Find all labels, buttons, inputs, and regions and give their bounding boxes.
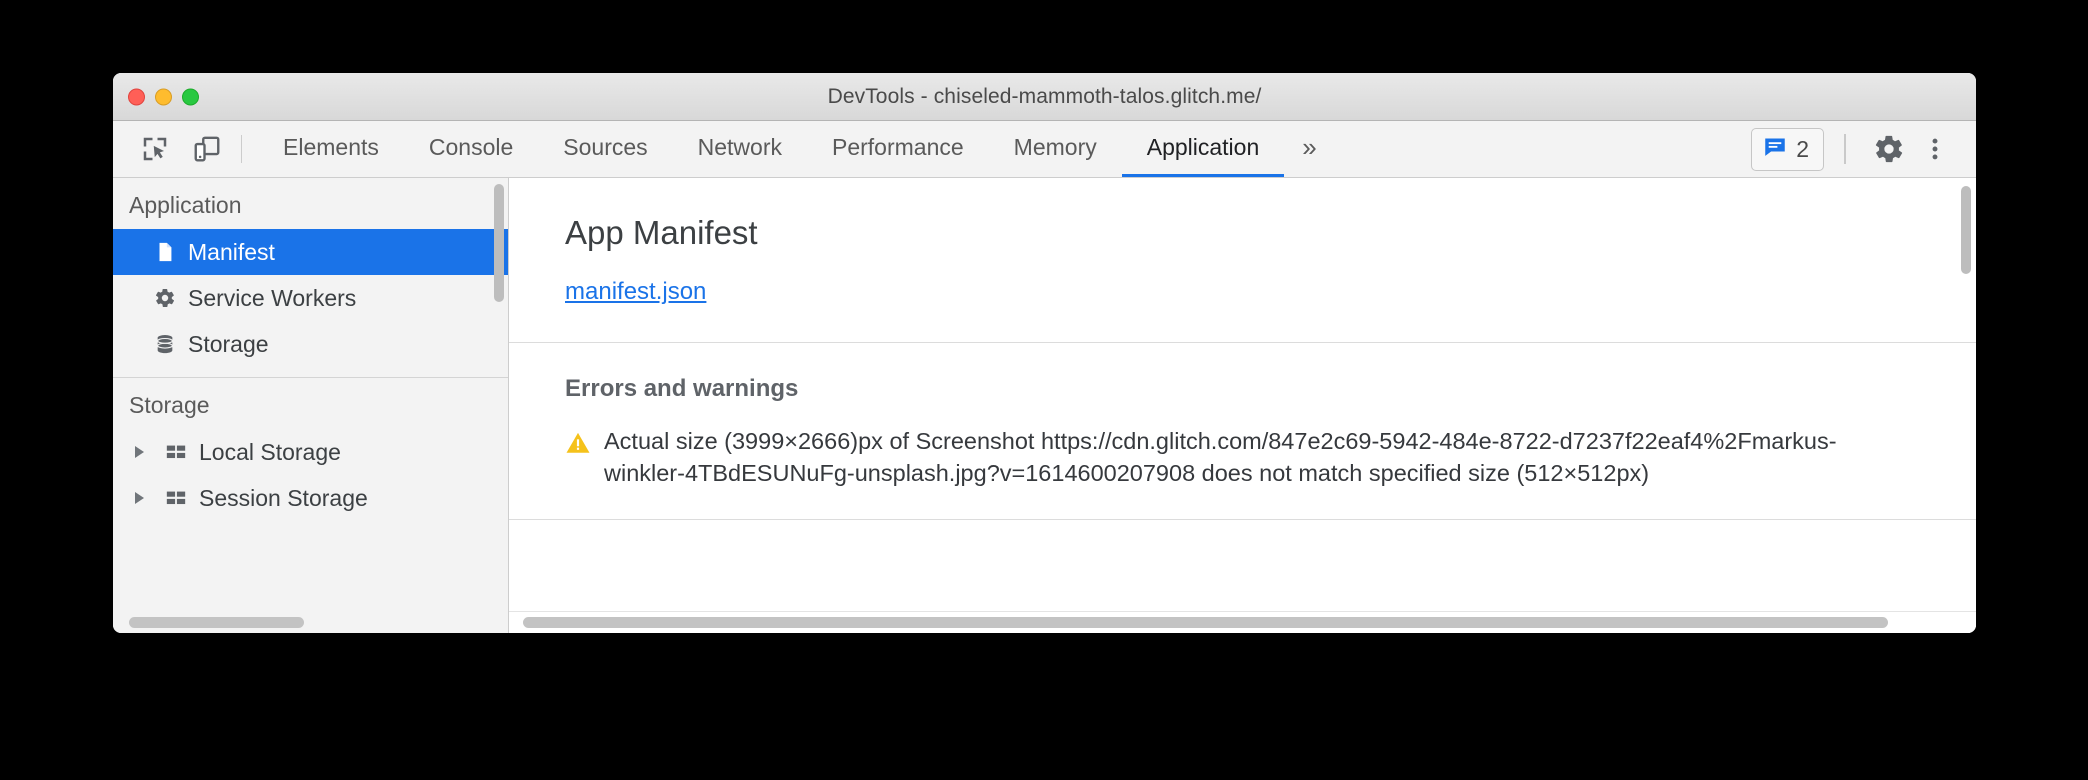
tab-network[interactable]: Network <box>673 121 807 177</box>
errors-section-title: Errors and warnings <box>565 375 799 402</box>
warning-triangle-icon <box>565 430 591 489</box>
sidebar-item-label: Service Workers <box>188 284 357 311</box>
minimize-window-button[interactable] <box>155 88 172 105</box>
devtools-toolbar: Elements Console Sources Network Perform… <box>113 121 1976 178</box>
devtools-window: DevTools - chiseled-mammoth-talos.glitch… <box>113 73 1976 633</box>
more-tabs-button[interactable]: » <box>1284 121 1334 177</box>
manifest-panel: App Manifest manifest.json Errors and wa… <box>509 178 1976 633</box>
sidebar-item-label: Storage <box>188 330 269 357</box>
tab-elements[interactable]: Elements <box>258 121 404 177</box>
manifest-header-block: App Manifest manifest.json <box>509 178 1976 342</box>
panel-vertical-scrollbar[interactable] <box>1961 186 1971 274</box>
window-titlebar: DevTools - chiseled-mammoth-talos.glitch… <box>113 73 1976 121</box>
sidebar-item-session-storage[interactable]: Session Storage <box>113 475 508 521</box>
sidebar-item-manifest[interactable]: Manifest <box>113 229 508 275</box>
section-divider-bottom <box>509 519 1976 521</box>
tab-performance[interactable]: Performance <box>807 121 989 177</box>
toolbar-divider-right <box>1844 134 1846 164</box>
errors-and-warnings-section: Errors and warnings Actual size (3999×26… <box>509 343 1976 519</box>
message-bubble-icon <box>1762 134 1788 165</box>
sidebar-item-label: Local Storage <box>199 438 341 465</box>
zoom-window-button[interactable] <box>182 88 199 105</box>
tab-console[interactable]: Console <box>404 121 538 177</box>
toolbar-divider <box>241 135 242 163</box>
sidebar-item-label: Manifest <box>188 238 275 265</box>
panel-horizontal-scrollbar-track <box>509 611 1976 633</box>
manifest-json-link[interactable]: manifest.json <box>565 278 706 306</box>
warning-row: Actual size (3999×2666)px of Screenshot … <box>565 425 1928 489</box>
sidebar-item-storage[interactable]: Storage <box>113 321 508 367</box>
toolbar-right-actions: 2 <box>1751 121 1976 177</box>
sidebar-section-storage-title: Storage <box>129 392 210 418</box>
gear-icon[interactable] <box>1866 126 1912 172</box>
sidebar-vertical-scrollbar[interactable] <box>494 184 504 302</box>
sidebar-section-application-title: Application <box>129 192 242 218</box>
kebab-menu-icon[interactable] <box>1912 126 1958 172</box>
message-count: 2 <box>1796 135 1809 162</box>
tab-sources[interactable]: Sources <box>538 121 672 177</box>
chevron-right-icon[interactable] <box>135 492 144 504</box>
gear-icon <box>153 286 177 310</box>
warning-message: Actual size (3999×2666)px of Screenshot … <box>604 428 1837 487</box>
sidebar-item-service-workers[interactable]: Service Workers <box>113 275 508 321</box>
console-message-badge[interactable]: 2 <box>1751 127 1824 171</box>
sidebar-item-label: Session Storage <box>199 484 368 511</box>
panel-horizontal-scrollbar[interactable] <box>523 617 1888 628</box>
table-icon <box>164 440 188 464</box>
window-title: DevTools - chiseled-mammoth-talos.glitch… <box>827 84 1262 108</box>
sidebar-horizontal-scrollbar[interactable] <box>129 617 304 628</box>
device-toolbar-icon[interactable] <box>181 121 233 177</box>
tab-memory[interactable]: Memory <box>989 121 1122 177</box>
table-icon <box>164 486 188 510</box>
database-icon <box>153 332 177 356</box>
tab-application[interactable]: Application <box>1121 121 1285 177</box>
devtools-body: Application Manifest Service Workers Sto… <box>113 178 1976 633</box>
application-sidebar: Application Manifest Service Workers Sto… <box>113 178 509 633</box>
close-window-button[interactable] <box>128 88 145 105</box>
window-traffic-lights <box>128 88 199 105</box>
inspect-element-icon[interactable] <box>129 121 181 177</box>
document-icon <box>153 240 177 264</box>
panel-tabs: Elements Console Sources Network Perform… <box>258 121 1335 177</box>
page-title: App Manifest <box>565 214 758 251</box>
sidebar-item-local-storage[interactable]: Local Storage <box>113 429 508 475</box>
chevron-right-icon[interactable] <box>135 446 144 458</box>
